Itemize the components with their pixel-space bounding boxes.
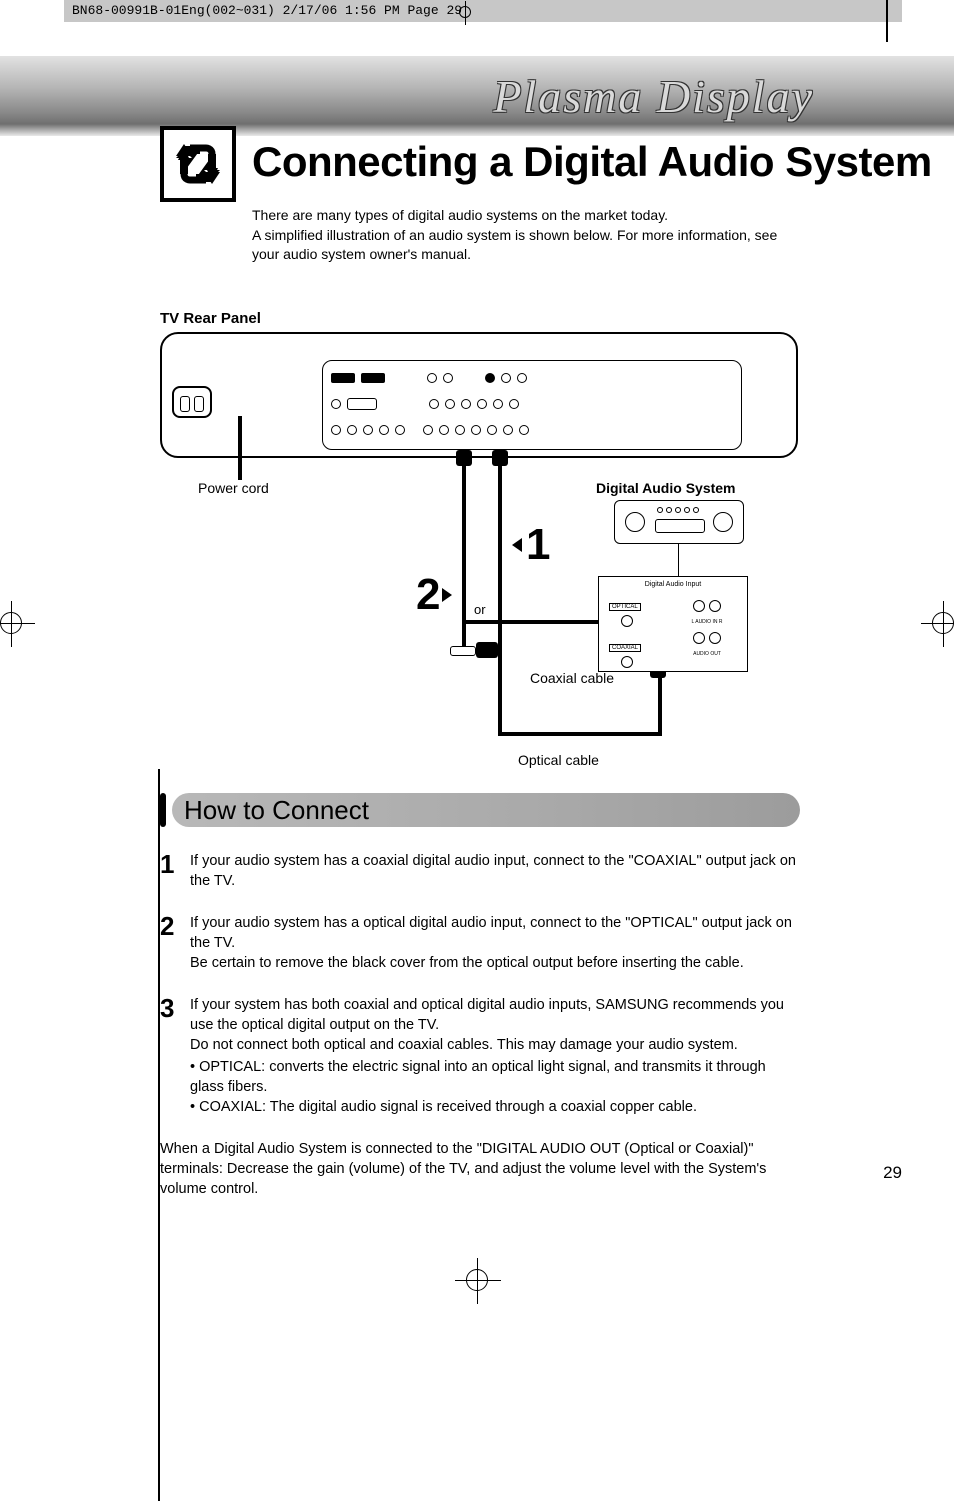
coaxial-cable-label: Coaxial cable	[530, 670, 614, 686]
coax-connector-icon	[456, 450, 472, 466]
page-number: 29	[883, 1163, 902, 1183]
optical-connector-icon	[492, 450, 508, 466]
section-header: How to Connect	[160, 793, 800, 827]
band-title: Plasma Display	[493, 70, 814, 123]
diagram-step-2: 2	[416, 570, 440, 620]
step-text: If your audio system has a coaxial digit…	[190, 851, 800, 891]
or-label: or	[474, 602, 486, 617]
section-rule	[158, 769, 160, 1501]
crop-line	[886, 0, 888, 42]
footer-note: When a Digital Audio System is connected…	[160, 1139, 800, 1199]
step-number: 3	[160, 995, 178, 1117]
tv-rear-panel-label: TV Rear Panel	[160, 310, 261, 327]
tv-panel-outline	[160, 332, 798, 458]
step-text-extra: Do not connect both optical and coaxial …	[190, 1035, 800, 1055]
intro-line-1: There are many types of digital audio sy…	[252, 207, 668, 223]
how-to-connect-section: How to Connect 1 If your audio system ha…	[160, 793, 800, 1199]
audio-system-front-icon	[614, 500, 744, 544]
connection-diagram: Power cord 1 2 or Coaxial cable Optical …	[160, 332, 800, 772]
optical-cable-label: Optical cable	[518, 752, 599, 768]
step-1: 1 If your audio system has a coaxial dig…	[160, 851, 800, 891]
power-cord-label: Power cord	[198, 480, 269, 496]
doc-header-strip: BN68-00991B-01Eng(002~031) 2/17/06 1:56 …	[64, 0, 902, 22]
arrow-right-icon	[442, 588, 452, 602]
step-2: 2 If your audio system has a optical dig…	[160, 913, 800, 973]
tv-panel-ports	[322, 360, 742, 450]
digital-audio-system-label: Digital Audio System	[596, 480, 736, 496]
crop-mark-icon	[466, 1269, 488, 1291]
connection-icon	[160, 126, 236, 202]
step-text: If your audio system has a optical digit…	[190, 913, 800, 953]
power-cord-line	[238, 416, 242, 480]
input-panel-title: Digital Audio Input	[599, 581, 747, 588]
intro-text: There are many types of digital audio sy…	[252, 206, 802, 265]
step-bullet: • COAXIAL: The digital audio signal is r…	[190, 1097, 800, 1117]
diagram-step-1: 1	[526, 520, 550, 570]
step-number: 1	[160, 851, 178, 891]
intro-line-2: A simplified illustration of an audio sy…	[252, 227, 777, 263]
crop-mark-icon	[459, 6, 471, 18]
arrow-left-icon	[512, 538, 522, 552]
crop-mark-icon	[0, 612, 22, 634]
power-socket-icon	[172, 386, 212, 418]
audio-system-rear-icon: Digital Audio Input OPTICAL COAXIAL L AU…	[598, 576, 748, 672]
step-3: 3 If your system has both coaxial and op…	[160, 995, 800, 1117]
step-bullet: • OPTICAL: converts the electric signal …	[190, 1057, 800, 1097]
page-title: Connecting a Digital Audio System	[252, 138, 932, 186]
doc-header-text: BN68-00991B-01Eng(002~031) 2/17/06 1:56 …	[72, 3, 462, 18]
step-number: 2	[160, 913, 178, 973]
crop-mark-icon	[932, 612, 954, 634]
step-text-extra: Be certain to remove the black cover fro…	[190, 953, 800, 973]
section-title: How to Connect	[184, 795, 369, 826]
step-text: If your system has both coaxial and opti…	[190, 995, 800, 1035]
